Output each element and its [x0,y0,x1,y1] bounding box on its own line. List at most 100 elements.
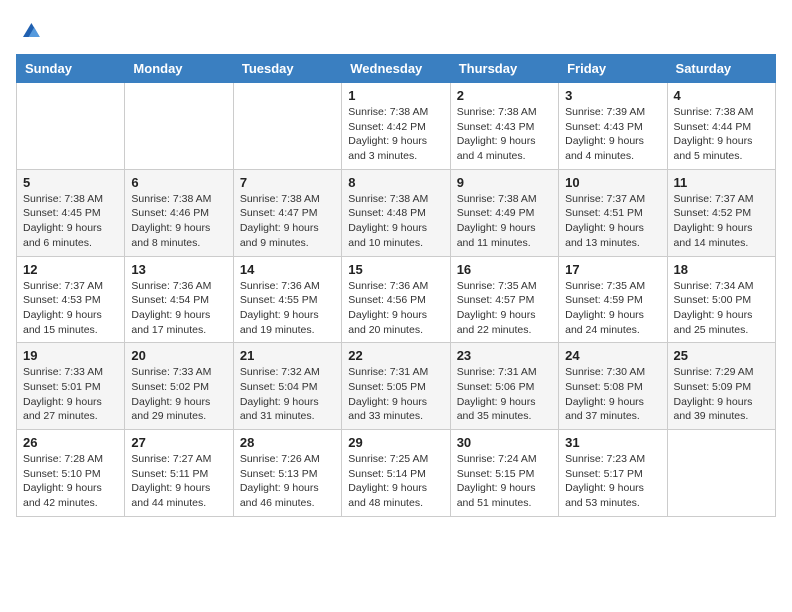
calendar-week-2: 5 Sunrise: 7:38 AM Sunset: 4:45 PM Daylig… [17,169,776,256]
day-number: 5 [23,175,118,190]
calendar-cell: 23Sunrise: 7:31 AM Sunset: 5:06 PM Dayli… [450,343,558,430]
day-number: 9 [457,175,552,190]
calendar-cell: 5 Sunrise: 7:38 AM Sunset: 4:45 PM Daylig… [17,169,125,256]
day-number: 24 [565,348,660,363]
calendar-cell [233,83,341,170]
day-number: 25 [674,348,769,363]
day-number: 19 [23,348,118,363]
calendar-cell: 3 Sunrise: 7:39 AM Sunset: 4:43 PM Daylig… [559,83,667,170]
logo-icon [16,16,44,44]
calendar-cell [17,83,125,170]
page-header [16,16,776,44]
calendar-cell: 15 Sunrise: 7:36 AM Sunset: 4:56 PM Dayli… [342,256,450,343]
day-info: Sunrise: 7:23 AM Sunset: 5:17 PM Dayligh… [565,452,660,511]
calendar-cell: 25 Sunrise: 7:29 AM Sunset: 5:09 PM Dayli… [667,343,775,430]
day-number: 16 [457,262,552,277]
weekday-header-friday: Friday [559,55,667,83]
weekday-header-sunday: Sunday [17,55,125,83]
calendar-cell: 8Sunrise: 7:38 AM Sunset: 4:48 PM Daylig… [342,169,450,256]
day-number: 17 [565,262,660,277]
day-info: Sunrise: 7:35 AM Sunset: 4:59 PM Dayligh… [565,279,660,338]
day-info: Sunrise: 7:27 AM Sunset: 5:11 PM Dayligh… [131,452,226,511]
day-info: Sunrise: 7:36 AM Sunset: 4:56 PM Dayligh… [348,279,443,338]
day-number: 22 [348,348,443,363]
day-number: 6 [131,175,226,190]
day-info: Sunrise: 7:38 AM Sunset: 4:43 PM Dayligh… [457,105,552,164]
calendar-cell [667,430,775,517]
day-number: 26 [23,435,118,450]
day-info: Sunrise: 7:38 AM Sunset: 4:44 PM Dayligh… [674,105,769,164]
day-info: Sunrise: 7:38 AM Sunset: 4:42 PM Dayligh… [348,105,443,164]
calendar-cell: 2Sunrise: 7:38 AM Sunset: 4:43 PM Daylig… [450,83,558,170]
day-number: 3 [565,88,660,103]
calendar-cell: 17 Sunrise: 7:35 AM Sunset: 4:59 PM Dayli… [559,256,667,343]
day-number: 27 [131,435,226,450]
calendar-cell: 28Sunrise: 7:26 AM Sunset: 5:13 PM Dayli… [233,430,341,517]
calendar-cell: 24 Sunrise: 7:30 AM Sunset: 5:08 PM Dayli… [559,343,667,430]
day-info: Sunrise: 7:26 AM Sunset: 5:13 PM Dayligh… [240,452,335,511]
calendar-cell: 22 Sunrise: 7:31 AM Sunset: 5:05 PM Dayli… [342,343,450,430]
day-number: 20 [131,348,226,363]
calendar-week-4: 19 Sunrise: 7:33 AM Sunset: 5:01 PM Dayli… [17,343,776,430]
calendar-cell: 20 Sunrise: 7:33 AM Sunset: 5:02 PM Dayli… [125,343,233,430]
day-info: Sunrise: 7:38 AM Sunset: 4:45 PM Dayligh… [23,192,118,251]
day-number: 23 [457,348,552,363]
calendar-cell: 14 Sunrise: 7:36 AM Sunset: 4:55 PM Dayli… [233,256,341,343]
calendar-cell [125,83,233,170]
day-info: Sunrise: 7:38 AM Sunset: 4:47 PM Dayligh… [240,192,335,251]
day-info: Sunrise: 7:33 AM Sunset: 5:01 PM Dayligh… [23,365,118,424]
day-number: 30 [457,435,552,450]
day-info: Sunrise: 7:29 AM Sunset: 5:09 PM Dayligh… [674,365,769,424]
day-info: Sunrise: 7:25 AM Sunset: 5:14 PM Dayligh… [348,452,443,511]
calendar-cell: 6 Sunrise: 7:38 AM Sunset: 4:46 PM Daylig… [125,169,233,256]
calendar-week-1: 1 Sunrise: 7:38 AM Sunset: 4:42 PM Daylig… [17,83,776,170]
weekday-header-tuesday: Tuesday [233,55,341,83]
day-info: Sunrise: 7:38 AM Sunset: 4:49 PM Dayligh… [457,192,552,251]
weekday-header-saturday: Saturday [667,55,775,83]
day-number: 14 [240,262,335,277]
day-number: 1 [348,88,443,103]
logo [16,16,48,44]
calendar-cell: 4 Sunrise: 7:38 AM Sunset: 4:44 PM Daylig… [667,83,775,170]
calendar-cell: 7 Sunrise: 7:38 AM Sunset: 4:47 PM Daylig… [233,169,341,256]
day-number: 18 [674,262,769,277]
day-info: Sunrise: 7:37 AM Sunset: 4:53 PM Dayligh… [23,279,118,338]
day-number: 11 [674,175,769,190]
calendar-cell: 16 Sunrise: 7:35 AM Sunset: 4:57 PM Dayli… [450,256,558,343]
day-number: 7 [240,175,335,190]
day-info: Sunrise: 7:33 AM Sunset: 5:02 PM Dayligh… [131,365,226,424]
day-number: 4 [674,88,769,103]
day-info: Sunrise: 7:36 AM Sunset: 4:54 PM Dayligh… [131,279,226,338]
day-number: 13 [131,262,226,277]
day-number: 12 [23,262,118,277]
calendar-cell: 1 Sunrise: 7:38 AM Sunset: 4:42 PM Daylig… [342,83,450,170]
day-info: Sunrise: 7:24 AM Sunset: 5:15 PM Dayligh… [457,452,552,511]
calendar-cell: 10Sunrise: 7:37 AM Sunset: 4:51 PM Dayli… [559,169,667,256]
calendar-cell: 29Sunrise: 7:25 AM Sunset: 5:14 PM Dayli… [342,430,450,517]
weekday-header-row: SundayMondayTuesdayWednesdayThursdayFrid… [17,55,776,83]
weekday-header-wednesday: Wednesday [342,55,450,83]
day-info: Sunrise: 7:39 AM Sunset: 4:43 PM Dayligh… [565,105,660,164]
calendar-body: 1 Sunrise: 7:38 AM Sunset: 4:42 PM Daylig… [17,83,776,517]
day-info: Sunrise: 7:37 AM Sunset: 4:52 PM Dayligh… [674,192,769,251]
day-number: 31 [565,435,660,450]
day-info: Sunrise: 7:28 AM Sunset: 5:10 PM Dayligh… [23,452,118,511]
day-info: Sunrise: 7:30 AM Sunset: 5:08 PM Dayligh… [565,365,660,424]
day-number: 21 [240,348,335,363]
calendar-cell: 11 Sunrise: 7:37 AM Sunset: 4:52 PM Dayli… [667,169,775,256]
day-info: Sunrise: 7:31 AM Sunset: 5:05 PM Dayligh… [348,365,443,424]
day-info: Sunrise: 7:38 AM Sunset: 4:46 PM Dayligh… [131,192,226,251]
day-info: Sunrise: 7:37 AM Sunset: 4:51 PM Dayligh… [565,192,660,251]
weekday-header-monday: Monday [125,55,233,83]
day-number: 15 [348,262,443,277]
day-number: 8 [348,175,443,190]
day-info: Sunrise: 7:34 AM Sunset: 5:00 PM Dayligh… [674,279,769,338]
day-info: Sunrise: 7:32 AM Sunset: 5:04 PM Dayligh… [240,365,335,424]
calendar-cell: 26 Sunrise: 7:28 AM Sunset: 5:10 PM Dayli… [17,430,125,517]
calendar-table: SundayMondayTuesdayWednesdayThursdayFrid… [16,54,776,517]
calendar-cell: 30 Sunrise: 7:24 AM Sunset: 5:15 PM Dayli… [450,430,558,517]
day-info: Sunrise: 7:36 AM Sunset: 4:55 PM Dayligh… [240,279,335,338]
weekday-header-thursday: Thursday [450,55,558,83]
calendar-cell: 12 Sunrise: 7:37 AM Sunset: 4:53 PM Dayli… [17,256,125,343]
day-info: Sunrise: 7:35 AM Sunset: 4:57 PM Dayligh… [457,279,552,338]
